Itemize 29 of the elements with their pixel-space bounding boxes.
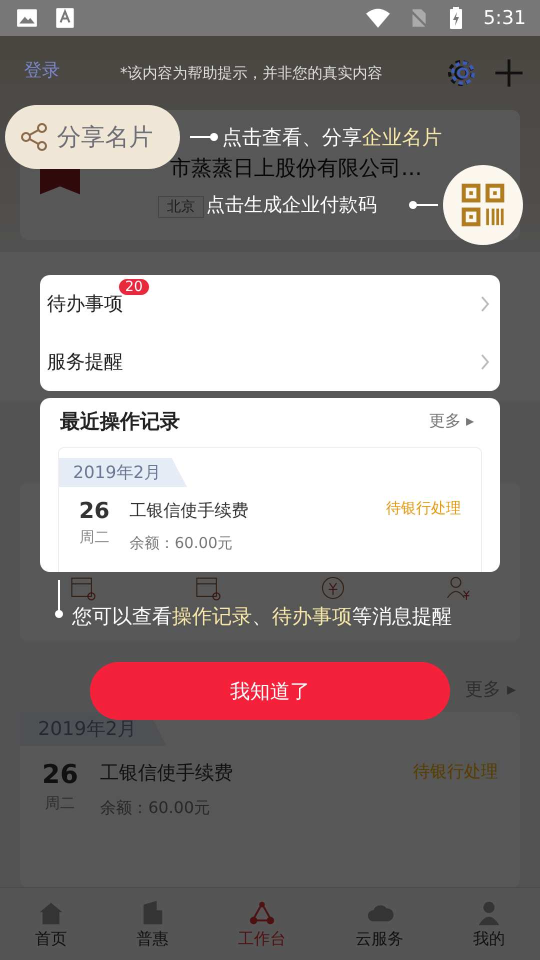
nav-tab[interactable]: 我的 [473, 898, 506, 950]
company-tag: 北京 [158, 196, 204, 218]
nav-tab[interactable]: 普惠 [136, 898, 168, 950]
record-title: 工银信使手续费 [130, 500, 250, 522]
count-badge: 20 [119, 279, 149, 295]
nav-tab[interactable]: 云服务 [356, 898, 404, 950]
nav-tab[interactable]: 首页 [34, 898, 67, 950]
list-row[interactable]: 服务提醒 [47, 333, 500, 391]
record-weekday: 周二 [79, 528, 110, 547]
row-label: 服务提醒 [47, 350, 123, 375]
record-status: 待银行处理 [413, 761, 498, 783]
row-label: 待办事项 [47, 292, 123, 317]
record-title: 工银信使手续费 [100, 761, 234, 786]
nav-tab[interactable]: 工作台 [238, 898, 286, 950]
more-link[interactable]: 更多 ▸ [428, 411, 474, 432]
qr-tip: 点击生成企业付款码 [206, 193, 377, 218]
share-tip: 点击查看、分享企业名片 [222, 124, 442, 151]
record-status: 待银行处理 [386, 499, 461, 518]
login-link[interactable]: 登录 [24, 58, 60, 82]
message-tip: 您可以查看操作记录、待办事项等消息提醒 [72, 603, 452, 630]
record-day: 26 [42, 760, 78, 790]
help-notice: *该内容为帮助提示，并非您的真实内容 [120, 64, 382, 83]
list-row[interactable]: 待办事项 20 [47, 275, 500, 333]
record-day: 26 [79, 499, 110, 524]
section-title: 最近操作记录 [60, 408, 180, 435]
got-it-button[interactable]: 我知道了 [90, 662, 450, 720]
month-label: 2019年2月 [59, 458, 188, 487]
clock-time: 5:31 [483, 7, 526, 29]
record-balance: 余额：60.00元 [130, 534, 234, 553]
